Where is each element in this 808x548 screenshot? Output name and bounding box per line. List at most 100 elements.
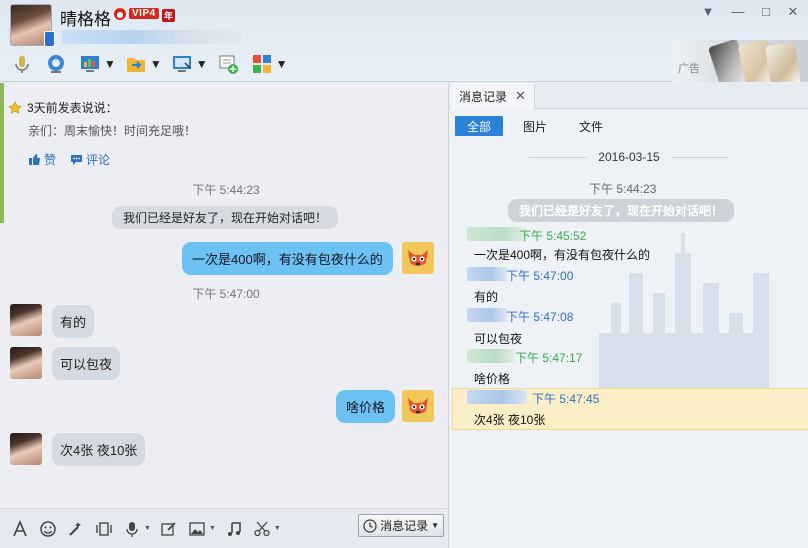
fox-avatar-icon xyxy=(408,250,428,266)
shake-button[interactable] xyxy=(94,519,114,539)
contact-avatar[interactable] xyxy=(10,433,42,465)
filter-images[interactable]: 图片 xyxy=(511,116,559,136)
image-icon xyxy=(189,521,205,536)
chat-message-area[interactable]: 3天前发表说说： 亲们：周末愉快！时间充足哦！ 赞 评论 下午 5:44:23 … xyxy=(0,83,447,508)
chevron-down-icon[interactable]: ▼ xyxy=(274,525,281,532)
date-separator: 2016-03-15 xyxy=(449,147,808,167)
signature-blurred xyxy=(62,30,242,44)
history-message: 一次是400啊，有没有包夜什么的 xyxy=(474,248,651,262)
feed-content: 亲们：周末愉快！时间充足哦！ xyxy=(28,124,197,138)
sender-name-blurred xyxy=(467,308,507,322)
comment-label: 评论 xyxy=(86,153,111,167)
chevron-down-icon[interactable]: ▼ xyxy=(209,525,216,532)
like-button[interactable]: 赞 xyxy=(28,151,56,168)
doodle-button[interactable] xyxy=(159,519,179,539)
incoming-message[interactable]: 有的 xyxy=(52,305,95,338)
magic-button[interactable] xyxy=(66,519,86,539)
sender-name-blurred xyxy=(467,227,527,241)
font-icon xyxy=(13,519,27,536)
contact-avatar[interactable] xyxy=(10,4,55,47)
magic-wand-icon xyxy=(69,521,81,536)
my-avatar[interactable] xyxy=(402,242,434,274)
comment-button[interactable]: 评论 xyxy=(70,151,110,168)
music-note-icon xyxy=(227,521,241,536)
window-edge xyxy=(0,83,4,223)
screen-share-button[interactable]: ▼ xyxy=(76,51,116,77)
video-call-button[interactable] xyxy=(42,51,70,77)
input-toolbar: ▼ ▼ ▼ 消息记录 ▼ xyxy=(0,508,447,548)
ad-banner[interactable]: 广告 xyxy=(672,40,808,82)
chevron-down-icon[interactable]: ▼ xyxy=(276,57,288,71)
comment-icon xyxy=(71,155,83,165)
feed-title: 3天前发表说说： xyxy=(27,101,118,115)
thumbs-up-icon xyxy=(29,154,40,165)
sender-name-blurred xyxy=(467,349,515,363)
filter-files[interactable]: 文件 xyxy=(567,116,615,136)
chevron-down-icon[interactable]: ▼ xyxy=(144,525,151,532)
music-button[interactable] xyxy=(224,519,244,539)
message-history-button[interactable]: 消息记录 ▼ xyxy=(358,514,444,537)
history-filters: 全部 图片 文件 xyxy=(455,116,623,136)
screenshot-button[interactable] xyxy=(252,519,272,539)
message-timestamp: 下午 5:44:23 xyxy=(192,183,260,197)
chevron-down-icon: ▼ xyxy=(431,521,439,530)
contact-nickname[interactable]: 晴格格 xyxy=(60,5,111,30)
fox-avatar-icon xyxy=(408,398,428,414)
history-timestamp: 下午 5:47:08 xyxy=(506,310,574,324)
history-system-message: 我们已经是好友了，现在开始对话吧！ xyxy=(508,199,735,222)
ad-label: 广告 xyxy=(678,63,700,75)
chat-toolbar: ▼ ▼ ▼ ▼ xyxy=(8,50,288,78)
vip-year-badge: 年 xyxy=(162,9,176,22)
like-label: 赞 xyxy=(44,153,57,167)
minimize-button[interactable]: — xyxy=(730,5,746,19)
emoji-button[interactable] xyxy=(38,519,58,539)
history-timestamp: 下午 5:44:23 xyxy=(589,182,657,196)
close-icon[interactable]: ✕ xyxy=(515,88,526,104)
clock-icon xyxy=(363,518,377,533)
message-history-label: 消息记录 xyxy=(380,519,429,533)
close-button[interactable]: ✕ xyxy=(785,5,801,19)
system-message: 我们已经是好友了，现在开始对话吧！ xyxy=(112,206,339,229)
contact-avatar[interactable] xyxy=(10,304,42,336)
chevron-down-icon[interactable]: ▼ xyxy=(150,57,162,71)
voice-message-button[interactable] xyxy=(122,519,142,539)
send-mail-button[interactable] xyxy=(214,51,242,77)
contact-status-feed: 3天前发表说说： 亲们：周末愉快！时间充足哦！ 赞 评论 xyxy=(8,99,196,168)
chevron-down-icon[interactable]: ▼ xyxy=(104,57,116,71)
vip-level-badge[interactable]: VIP4 xyxy=(129,8,159,19)
edit-icon xyxy=(161,521,176,536)
history-message: 可以包夜 xyxy=(474,332,523,346)
tab-label: 消息记录 xyxy=(459,89,508,104)
outgoing-message[interactable]: 一次是400啊，有没有包夜什么的 xyxy=(182,242,393,275)
apps-button[interactable]: ▼ xyxy=(248,51,288,77)
tab-message-history[interactable]: 消息记录 ✕ xyxy=(451,83,535,109)
image-button[interactable] xyxy=(187,519,207,539)
history-message: 有的 xyxy=(474,290,499,304)
incoming-message[interactable]: 次4张 夜10张 xyxy=(52,433,146,466)
history-tab-bar: 消息记录 ✕ xyxy=(449,83,808,109)
chevron-down-icon[interactable]: ▼ xyxy=(196,57,208,71)
filter-all[interactable]: 全部 xyxy=(455,116,504,136)
scissors-icon xyxy=(254,521,270,536)
message-history-panel[interactable]: 消息记录 ✕ 全部 图片 文件 2016-03-15 下午 5:44:23 我们… xyxy=(448,83,808,548)
maximize-button[interactable]: □ xyxy=(758,5,774,19)
mobile-online-icon xyxy=(44,31,55,47)
history-message: 啥价格 xyxy=(474,372,511,386)
remote-desktop-button[interactable]: ▼ xyxy=(168,51,208,77)
message-timestamp: 下午 5:47:00 xyxy=(192,287,260,301)
history-timestamp: 下午 5:47:00 xyxy=(506,269,574,283)
font-button[interactable] xyxy=(10,519,30,539)
remote-desktop-icon xyxy=(172,56,191,72)
file-transfer-button[interactable]: ▼ xyxy=(122,51,162,77)
outgoing-message[interactable]: 啥价格 xyxy=(336,390,396,423)
incoming-message[interactable]: 可以包夜 xyxy=(52,347,121,380)
sender-name-blurred xyxy=(467,267,507,281)
window-menu-button[interactable]: ▼ xyxy=(700,5,716,19)
voice-call-button[interactable] xyxy=(8,51,36,77)
my-avatar[interactable] xyxy=(402,390,434,422)
chat-window-header: 晴格格 VIP4 年 ▼ — □ ✕ ▼ ▼ ▼ ▼ 广告 xyxy=(0,0,808,82)
camera-icon xyxy=(48,55,64,73)
contact-avatar[interactable] xyxy=(10,347,42,379)
emoji-icon xyxy=(40,520,56,537)
microphone-icon xyxy=(15,56,29,73)
